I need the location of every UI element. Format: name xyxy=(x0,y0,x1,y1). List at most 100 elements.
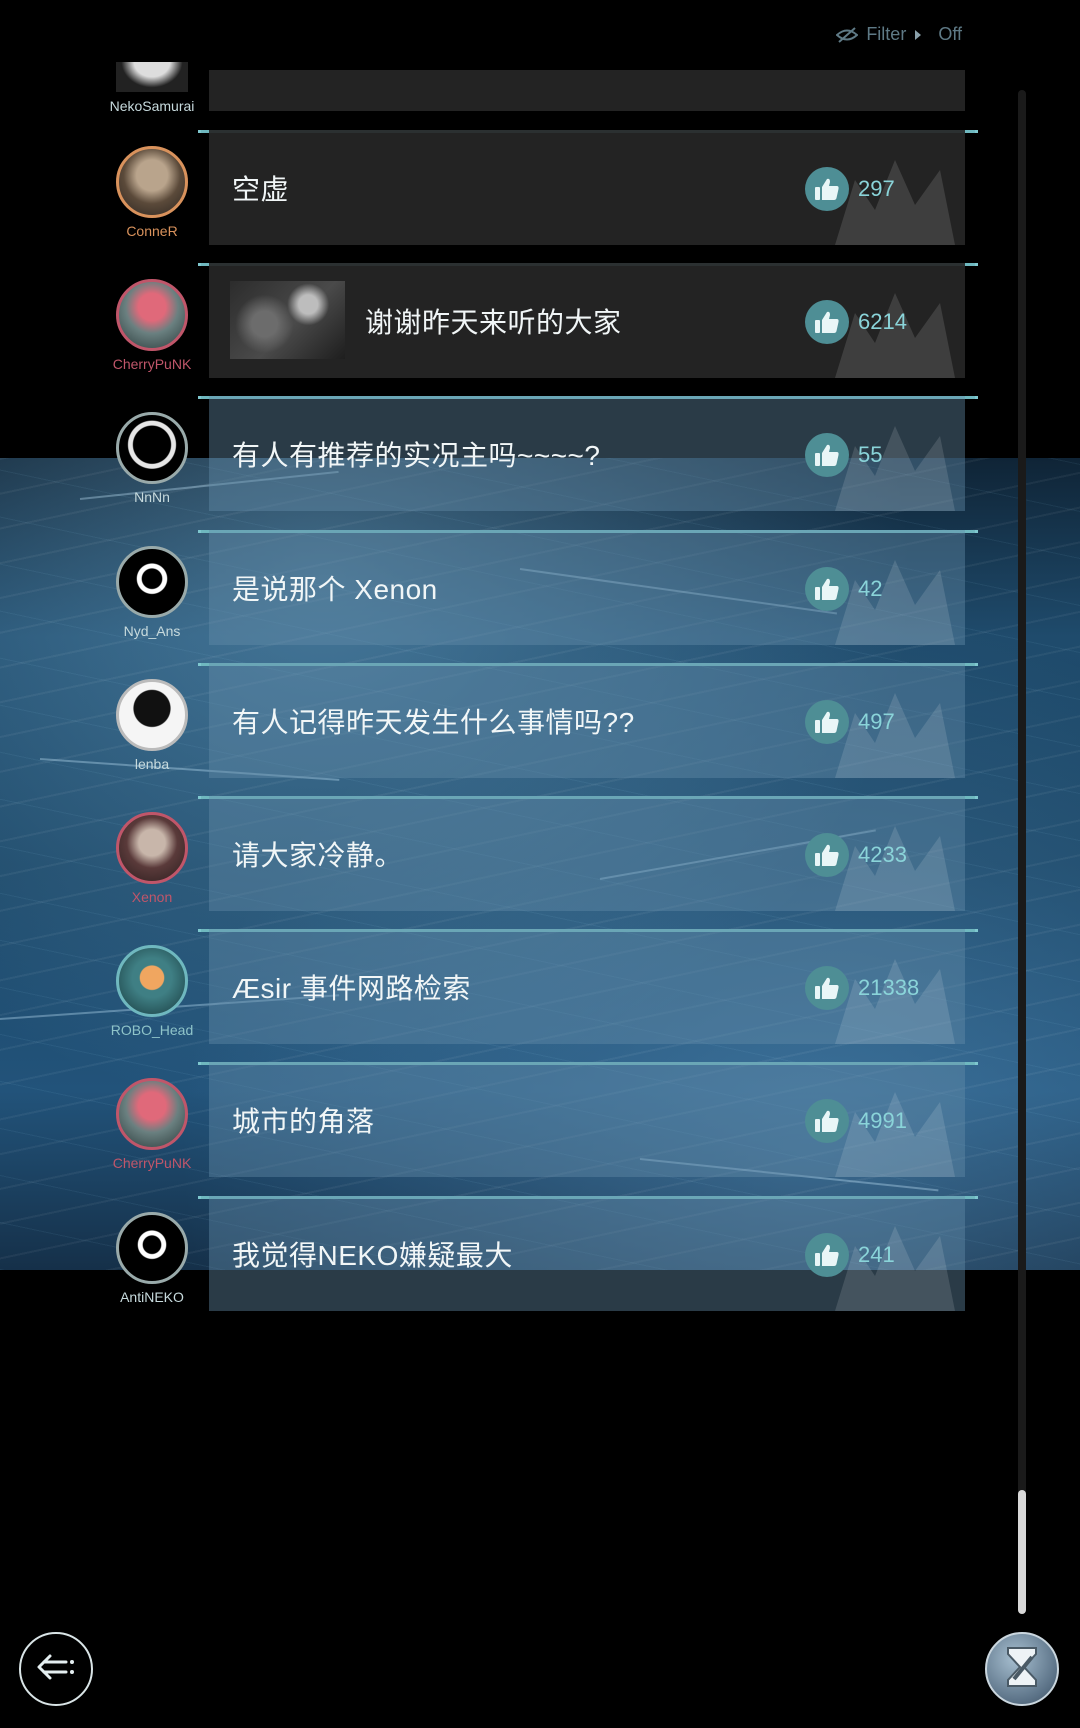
post-row: 城市的角落 4991 CherryPuNK xyxy=(0,1062,980,1195)
like-count: 497 xyxy=(858,709,895,734)
user-avatar-block[interactable]: CherryPuNK xyxy=(95,279,209,372)
post-card[interactable]: 有人记得昨天发生什么事情吗?? 497 xyxy=(209,663,965,778)
logo-button[interactable] xyxy=(985,1632,1059,1706)
user-avatar-block[interactable]: ROBO_Head xyxy=(95,945,209,1038)
post-row: Æsir 事件网路检索 21338 ROBO_Head xyxy=(0,929,980,1062)
username: lenba xyxy=(134,756,170,772)
user-avatar-block[interactable]: AntiNEKO xyxy=(95,1212,209,1305)
divider-dot xyxy=(198,263,201,266)
avatar xyxy=(116,1078,188,1150)
user-avatar-block[interactable]: Nyd_Ans xyxy=(95,546,209,639)
like-button[interactable] xyxy=(805,700,849,744)
post-title: 谢谢昨天来听的大家 xyxy=(365,306,622,338)
filter-toggle[interactable]: Filter Off xyxy=(836,24,962,45)
like-button[interactable] xyxy=(805,1233,849,1277)
post-title: 请大家冷静。 xyxy=(232,839,404,871)
like-button[interactable] xyxy=(805,300,849,344)
post-card-partial[interactable] xyxy=(209,70,965,111)
divider-dot xyxy=(975,663,978,666)
post-row: 谢谢昨天来听的大家 6214 CherryPuNK xyxy=(0,263,980,396)
avatar xyxy=(116,279,188,351)
divider-dot xyxy=(975,130,978,133)
divider-dot xyxy=(975,796,978,799)
divider-dot xyxy=(198,396,201,399)
post-title: 城市的角落 xyxy=(232,1105,375,1137)
username: ROBO_Head xyxy=(110,1022,194,1038)
username: Xenon xyxy=(131,889,173,905)
user-avatar-block[interactable]: ConneR xyxy=(95,146,209,239)
avatar xyxy=(116,546,188,618)
divider-dot xyxy=(975,1062,978,1065)
divider-dot xyxy=(198,929,201,932)
back-button[interactable] xyxy=(19,1632,93,1706)
thumbs-up-icon xyxy=(815,977,839,999)
user-avatar-block[interactable]: CherryPuNK xyxy=(95,1078,209,1171)
username: CherryPuNK xyxy=(112,356,192,372)
avatar xyxy=(116,679,188,751)
filter-value: Off xyxy=(938,24,962,44)
avatar xyxy=(116,62,188,92)
user-avatar-block[interactable]: NnNn xyxy=(95,412,209,505)
post-title: 空虚 xyxy=(232,173,290,205)
thumbs-up-icon xyxy=(815,178,839,200)
scrollbar-thumb[interactable] xyxy=(1018,1490,1026,1614)
like-count: 42 xyxy=(858,576,883,601)
thumbs-up-icon xyxy=(815,578,839,600)
like-button[interactable] xyxy=(805,567,849,611)
like-count: 4991 xyxy=(858,1108,907,1133)
like-button[interactable] xyxy=(805,167,849,211)
post-card[interactable]: Æsir 事件网路检索 21338 xyxy=(209,929,965,1044)
post-card[interactable]: 是说那个 Xenon 42 xyxy=(209,530,965,645)
username: NekoSamurai xyxy=(109,98,195,114)
post-row: 有人记得昨天发生什么事情吗?? 497 lenba xyxy=(0,663,980,796)
username: AntiNEKO xyxy=(120,1289,184,1305)
username: ConneR xyxy=(126,223,178,239)
filter-label: Filter xyxy=(866,24,907,44)
avatar xyxy=(116,812,188,884)
thumbs-up-icon xyxy=(815,1244,839,1266)
post-title: 我觉得NEKO嫌疑最大 xyxy=(232,1239,513,1271)
post-row: 请大家冷静。 4233 Xenon xyxy=(0,796,980,929)
divider-dot xyxy=(198,796,201,799)
post-row: 是说那个 Xenon 42 Nyd_Ans xyxy=(0,530,980,663)
post-title: 有人记得昨天发生什么事情吗?? xyxy=(232,706,635,738)
back-arrow-icon xyxy=(36,1652,76,1687)
post-row: 我觉得NEKO嫌疑最大 241 AntiNEKO xyxy=(0,1196,980,1329)
divider-dot xyxy=(975,530,978,533)
divider-dot xyxy=(198,530,201,533)
divider-dot xyxy=(975,263,978,266)
divider-dot xyxy=(198,130,201,133)
post-card[interactable]: 我觉得NEKO嫌疑最大 241 xyxy=(209,1196,965,1311)
post-card[interactable]: 谢谢昨天来听的大家 6214 xyxy=(209,263,965,378)
post-row: 有人有推荐的实况主吗~~~~? 55 NnNn xyxy=(0,396,980,529)
like-button[interactable] xyxy=(805,1099,849,1143)
like-count: 4233 xyxy=(858,842,907,867)
post-card[interactable]: 城市的角落 4991 xyxy=(209,1062,965,1177)
avatar xyxy=(116,412,188,484)
like-count: 21338 xyxy=(858,975,920,1000)
divider-dot xyxy=(198,1196,201,1199)
like-count: 297 xyxy=(858,176,895,201)
divider-dot xyxy=(975,929,978,932)
caret-right-icon xyxy=(914,29,922,41)
avatar xyxy=(116,1212,188,1284)
thumbs-up-icon xyxy=(815,844,839,866)
like-button[interactable] xyxy=(805,966,849,1010)
post-card[interactable]: 请大家冷静。 4233 xyxy=(209,796,965,911)
avatar xyxy=(116,945,188,1017)
like-button[interactable] xyxy=(805,433,849,477)
post-thumbnail xyxy=(230,281,345,359)
username: NnNn xyxy=(134,489,170,505)
post-card[interactable]: 空虚 297 xyxy=(209,130,965,245)
thumbs-up-icon xyxy=(815,444,839,466)
post-card[interactable]: 有人有推荐的实况主吗~~~~? 55 xyxy=(209,396,965,511)
like-button[interactable] xyxy=(805,833,849,877)
user-avatar-block[interactable]: lenba xyxy=(95,679,209,772)
scrollbar-track[interactable] xyxy=(1018,90,1026,1614)
divider-dot xyxy=(975,396,978,399)
avatar-partial[interactable]: NekoSamurai xyxy=(95,62,209,114)
like-count: 55 xyxy=(858,442,883,467)
divider-dot xyxy=(198,663,201,666)
user-avatar-block[interactable]: Xenon xyxy=(95,812,209,905)
like-count: 241 xyxy=(858,1242,895,1267)
